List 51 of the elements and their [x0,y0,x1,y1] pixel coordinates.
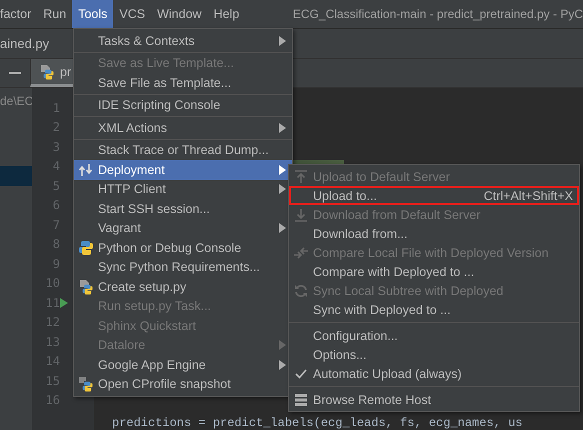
python-file-icon [39,64,55,80]
menu-item[interactable]: Deployment [74,160,292,180]
file-name[interactable]: ained.py [0,36,50,51]
list-icon [293,392,309,408]
menu-item: Compare Local File with Deployed Version [289,243,579,262]
menu-item: Download from Default Server [289,205,579,224]
menu-item: Datalore [74,336,292,355]
menu-item[interactable]: Download from... [289,224,579,243]
menu-item[interactable]: Stack Trace or Thread Dump... [74,140,292,160]
menu-item[interactable]: Sync Python Requirements... [74,258,292,277]
menu-item: Sphinx Quickstart [97,318,197,335]
menu-item[interactable]: VCS [113,0,152,28]
menu-item[interactable]: factor [0,0,38,28]
menu-item: Save as Live Template... [97,55,235,72]
code-line: predictions = predict_labels(ecg_leads, fs, ecg_names, us [112,417,524,430]
project-path: de\EC [0,94,32,108]
menu-item[interactable]: Automatic Upload (always) [289,364,579,383]
arrows-icon [293,244,309,260]
menu-item[interactable]: Google App Engine [74,355,292,374]
download-icon [293,206,309,222]
python-profile-icon [78,376,94,392]
menu-item[interactable]: IDE Scripting Console [74,96,292,115]
menu-item[interactable]: Configuration... [289,326,579,345]
menu-item: Run setup.py Task... [97,298,212,316]
menu-item[interactable]: Upload to... Ctrl+Alt+Shift+X [289,186,579,205]
menu-item: Sync Local Subtree with Deployed [289,281,579,300]
python-icon [78,240,94,256]
selected-row [0,166,32,186]
upload-icon [293,168,309,184]
menu-item[interactable]: Vagrant [74,218,292,238]
menu-item[interactable]: Run [37,0,72,28]
menu-item: Upload to Default Server [289,167,579,186]
sync-icon [293,282,309,298]
menu-item[interactable]: Open CProfile snapshot [74,374,292,394]
menu-item[interactable]: HTTP Client [74,180,292,199]
menu-item[interactable]: Window [151,0,208,28]
python-file-icon [78,278,94,295]
window-title: ECG_Classification-main - predict_pretrained.py - PyC [292,6,583,23]
menu-item[interactable]: Tools [72,0,114,28]
menu-item[interactable]: Help [208,0,246,28]
menu-item[interactable]: Create setup.py [74,277,292,296]
run-icon[interactable] [60,298,68,308]
menu-item[interactable]: Start SSH session... [74,199,292,218]
up-down-arrows-icon [78,162,94,178]
menu-item[interactable]: Tasks & Contexts [74,31,292,50]
menu-item[interactable]: Browse Remote Host [289,390,579,409]
menu-item[interactable]: XML Actions [74,118,292,138]
menu-item[interactable]: Sync with Deployed to ... [289,300,579,319]
menu-item[interactable]: Options... [289,345,579,364]
menu-item[interactable]: Compare with Deployed to ... [289,262,579,281]
menu-item[interactable]: Python or Debug Console [74,238,292,258]
